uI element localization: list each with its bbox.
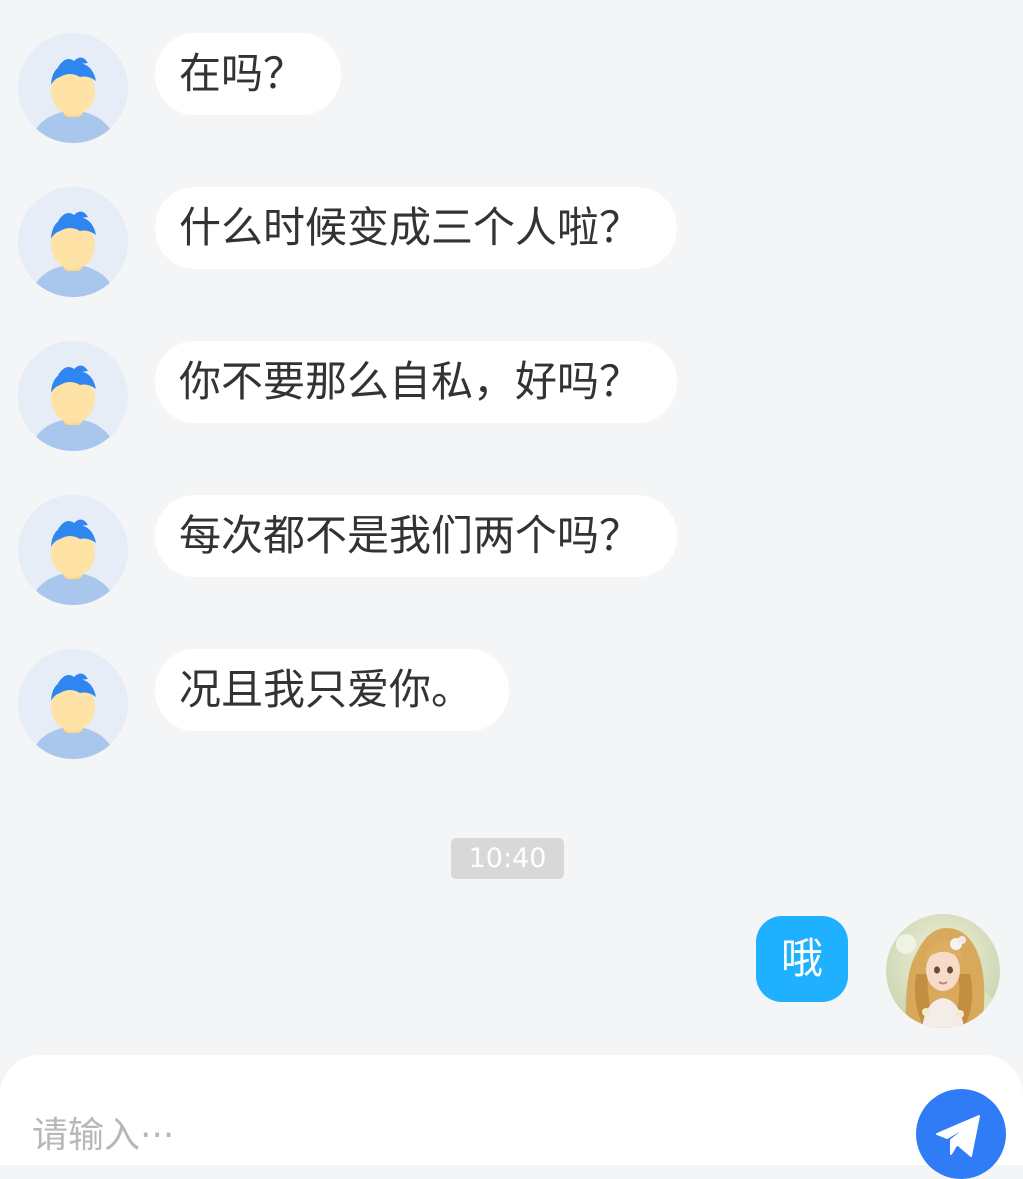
message-timestamp: 10:40 bbox=[451, 838, 564, 879]
message-composer bbox=[0, 1055, 1023, 1179]
incoming-message: 你不要那么自私，好吗？ bbox=[18, 341, 678, 451]
contact-avatar[interactable] bbox=[18, 33, 128, 143]
outgoing-message: 哦 bbox=[755, 914, 1000, 1028]
self-avatar[interactable] bbox=[886, 914, 1000, 1028]
message-bubble[interactable]: 什么时候变成三个人啦？ bbox=[155, 187, 678, 269]
default-user-avatar-icon bbox=[18, 495, 128, 605]
paper-plane-icon bbox=[936, 1115, 980, 1157]
incoming-message: 每次都不是我们两个吗？ bbox=[18, 495, 678, 605]
contact-avatar[interactable] bbox=[18, 187, 128, 297]
default-user-avatar-icon bbox=[18, 649, 128, 759]
incoming-message: 在吗？ bbox=[18, 33, 342, 143]
contact-avatar[interactable] bbox=[18, 341, 128, 451]
default-user-avatar-icon bbox=[18, 187, 128, 297]
default-user-avatar-icon bbox=[18, 341, 128, 451]
message-bubble[interactable]: 每次都不是我们两个吗？ bbox=[155, 495, 678, 577]
incoming-message: 况且我只爱你。 bbox=[18, 649, 510, 759]
user-photo-avatar bbox=[886, 914, 1000, 1028]
send-button[interactable] bbox=[916, 1089, 1006, 1179]
message-bubble[interactable]: 你不要那么自私，好吗？ bbox=[155, 341, 678, 423]
message-bubble[interactable]: 况且我只爱你。 bbox=[155, 649, 510, 731]
message-input[interactable] bbox=[32, 1107, 852, 1163]
chat-message-list: 在吗？ 什么时候变成三个人啦？ 你不要那么自私，好吗？ 每次都不是我们两个吗？ … bbox=[0, 0, 1023, 1057]
default-user-avatar-icon bbox=[18, 33, 128, 143]
message-bubble-self[interactable]: 哦 bbox=[755, 916, 848, 1002]
message-bubble[interactable]: 在吗？ bbox=[155, 33, 342, 115]
contact-avatar[interactable] bbox=[18, 495, 128, 605]
incoming-message: 什么时候变成三个人啦？ bbox=[18, 187, 678, 297]
contact-avatar[interactable] bbox=[18, 649, 128, 759]
